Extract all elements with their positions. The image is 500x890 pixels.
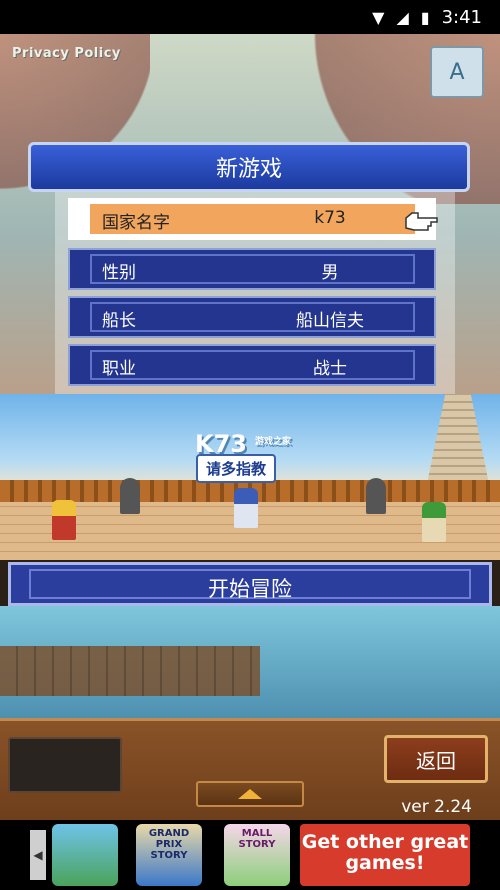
- ad-prev-arrow-icon[interactable]: ◀: [30, 830, 46, 880]
- character-sailor: [422, 502, 446, 542]
- row-label: 船长: [102, 311, 136, 331]
- speech-bubble: 请多指教: [196, 454, 277, 483]
- character-king: [52, 500, 76, 540]
- row-value: 船山信夫: [296, 311, 364, 331]
- battery-icon: ▮: [420, 7, 430, 27]
- privacy-policy-link[interactable]: Privacy Policy: [12, 46, 121, 61]
- cannon-icon: [366, 478, 386, 514]
- row-value: 男: [321, 263, 339, 283]
- row-label: 性别: [102, 263, 136, 283]
- signal-icon: ◢: [396, 7, 409, 27]
- dock: [0, 646, 260, 696]
- ad-game-grand-prix[interactable]: GRAND PRIX STORY: [136, 824, 202, 886]
- ad-banner[interactable]: ◀ GRAND PRIX STORY MALL STORY Get other …: [0, 820, 500, 890]
- hand-pointer-icon: [405, 212, 438, 231]
- scroll-up-button[interactable]: [196, 781, 304, 807]
- back-button[interactable]: 返回: [384, 735, 488, 783]
- ship-mast: [426, 394, 490, 489]
- ad-game-mall-story[interactable]: MALL STORY: [224, 824, 290, 886]
- start-adventure-label: 开始冒险: [208, 577, 292, 601]
- character-captain: [234, 488, 258, 528]
- ad-promo-text[interactable]: Get other great games!: [300, 824, 470, 886]
- harbor-scene: [0, 606, 500, 718]
- row-country-name[interactable]: 国家名字 k73: [68, 198, 436, 240]
- row-gender[interactable]: 性别 男: [68, 248, 436, 290]
- row-value: k73: [314, 208, 346, 228]
- wifi-icon: ▼: [372, 7, 385, 27]
- row-job[interactable]: 职业 战士: [68, 344, 436, 386]
- language-toggle-button[interactable]: A: [430, 46, 484, 98]
- ship-deck-scene: K73 游戏之家 请多指教: [0, 394, 500, 560]
- empty-slot: [8, 737, 122, 793]
- translate-icon: A: [449, 59, 465, 85]
- row-captain[interactable]: 船长 船山信夫: [68, 296, 436, 338]
- ad-game-kingdom[interactable]: [52, 824, 118, 886]
- cannon-icon: [120, 478, 140, 514]
- row-value: 战士: [313, 359, 347, 379]
- bottom-bar: 返回 ver 2.24: [0, 718, 500, 823]
- status-bar: ▼ ◢ ▮ 3:41: [0, 0, 500, 34]
- arrow-up-icon: [238, 789, 262, 799]
- row-label: 国家名字: [102, 213, 170, 233]
- version-label: ver 2.24: [401, 797, 472, 817]
- status-time: 3:41: [441, 6, 482, 28]
- row-label: 职业: [102, 359, 136, 379]
- dialog-title: 新游戏: [28, 142, 470, 192]
- start-adventure-button[interactable]: 开始冒险: [8, 562, 492, 606]
